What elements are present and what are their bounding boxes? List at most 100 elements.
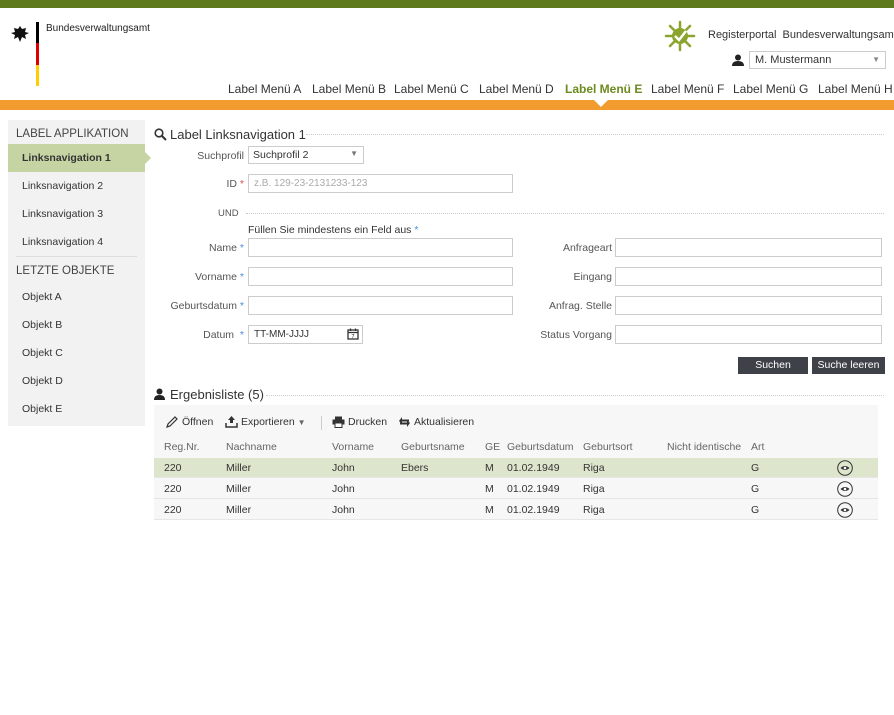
user-name: M. Mustermann	[755, 54, 832, 66]
datum-label-text: Datum	[203, 329, 235, 341]
chevron-down-icon: ▼	[350, 149, 358, 158]
refresh-button[interactable]: Aktualisieren	[414, 416, 474, 428]
vorname-label: Vorname *	[170, 271, 244, 283]
svg-text:7: 7	[351, 334, 354, 340]
name-input[interactable]	[248, 238, 513, 257]
column-header[interactable]: Nachname	[226, 441, 277, 453]
pencil-icon	[166, 416, 178, 428]
results-divider	[266, 395, 884, 396]
table-row[interactable]: 220 Miller John Ebers M 01.02.1949 Riga …	[154, 458, 878, 478]
column-header[interactable]: Geburtsdatum	[507, 441, 574, 453]
anfrageart-label: Anfrageart	[562, 242, 612, 254]
anfrag-stelle-label: Anfrag. Stelle	[548, 300, 612, 312]
sidebar-item-objekt-c[interactable]: Objekt C	[8, 339, 145, 367]
table-cell: John	[332, 462, 355, 474]
anfrageart-input[interactable]	[615, 238, 882, 257]
datum-label: Datum *	[170, 329, 244, 341]
column-header[interactable]: Vorname	[332, 441, 374, 453]
chevron-down-icon: ▼	[297, 418, 306, 427]
eye-icon[interactable]	[837, 502, 853, 518]
portal-name: Registerportal	[708, 29, 777, 41]
und-divider	[246, 213, 884, 214]
required-marker: *	[414, 224, 419, 236]
table-cell: M	[485, 504, 494, 516]
nav-item-c[interactable]: Label Menü C	[394, 82, 469, 96]
hint-text-content: Füllen Sie mindestens ein Feld aus	[248, 224, 412, 236]
sidebar-item-linksnavigation-1[interactable]: Linksnavigation 1	[8, 144, 151, 172]
table-header: Reg.Nr. Nachname Vorname Geburtsname GE …	[154, 437, 878, 457]
profile-select[interactable]: Suchprofil 2 ▼	[248, 146, 364, 164]
sidebar: LABEL APPLIKATION Linksnavigation 1 Link…	[8, 120, 151, 426]
print-button[interactable]: Drucken	[348, 416, 387, 428]
table-row[interactable]: 220 Miller John M 01.02.1949 Riga G	[154, 479, 878, 499]
column-header[interactable]: Geburtsname	[401, 441, 465, 453]
vorname-input[interactable]	[248, 267, 513, 286]
export-button[interactable]: Exportieren ▼	[241, 416, 306, 428]
required-marker: *	[239, 242, 244, 254]
eye-icon[interactable]	[837, 481, 853, 497]
table-cell: John	[332, 504, 355, 516]
sidebar-item-objekt-b[interactable]: Objekt B	[8, 311, 145, 339]
nav-item-g[interactable]: Label Menü G	[733, 82, 808, 96]
table-cell: 220	[164, 483, 182, 495]
sidebar-item-objekt-e[interactable]: Objekt E	[8, 395, 145, 423]
top-bar	[0, 0, 894, 8]
table-cell: Riga	[583, 504, 605, 516]
export-label: Exportieren	[241, 416, 295, 428]
main-navigation: Label Menü A Label Menü B Label Menü C L…	[0, 82, 894, 100]
agency-name: Bundesverwaltungsamt	[46, 23, 150, 34]
table-cell: G	[751, 462, 760, 474]
table-row[interactable]: 220 Miller John M 01.02.1949 Riga G	[154, 500, 878, 520]
geburtsdatum-label: Geburtsdatum *	[160, 300, 244, 312]
table-cell: Riga	[583, 462, 605, 474]
column-header[interactable]: Geburtsort	[583, 441, 633, 453]
table-cell: Miller	[226, 462, 252, 474]
column-header[interactable]: Art	[751, 441, 764, 453]
column-header[interactable]: Reg.Nr.	[164, 441, 200, 453]
geburtsdatum-input[interactable]	[248, 296, 513, 315]
sidebar-app-heading: LABEL APPLIKATION	[16, 128, 129, 140]
open-button[interactable]: Öffnen	[182, 416, 213, 428]
eingang-input[interactable]	[615, 267, 882, 286]
user-dropdown[interactable]: M. Mustermann ▼	[749, 51, 886, 69]
nav-item-f[interactable]: Label Menü F	[651, 82, 724, 96]
search-icon	[154, 128, 167, 141]
datum-input[interactable]: TT-MM-JJJJ	[248, 325, 363, 344]
sidebar-item-linksnavigation-2[interactable]: Linksnavigation 2	[8, 172, 145, 200]
nav-item-e[interactable]: Label Menü E	[565, 82, 642, 96]
eye-icon[interactable]	[837, 460, 853, 476]
nav-item-a[interactable]: Label Menü A	[228, 82, 301, 96]
column-header[interactable]: GE	[485, 441, 500, 453]
sidebar-item-objekt-a[interactable]: Objekt A	[8, 283, 145, 311]
user-icon	[154, 388, 165, 400]
active-nav-indicator	[594, 100, 608, 107]
required-marker: *	[239, 300, 244, 312]
toolbar-divider	[321, 416, 322, 430]
table-cell: Miller	[226, 483, 252, 495]
nav-item-h[interactable]: Label Menü H	[818, 82, 893, 96]
sidebar-item-linksnavigation-4[interactable]: Linksnavigation 4	[8, 228, 145, 256]
table-cell: G	[751, 483, 760, 495]
clear-search-button[interactable]: Suche leeren	[812, 357, 885, 374]
status-vorgang-input[interactable]	[615, 325, 882, 344]
table-cell: 220	[164, 462, 182, 474]
column-header[interactable]: Nicht identische	[667, 441, 741, 453]
table-cell: G	[751, 504, 760, 516]
table-cell: John	[332, 483, 355, 495]
sidebar-item-linksnavigation-3[interactable]: Linksnavigation 3	[8, 200, 145, 228]
nav-item-d[interactable]: Label Menü D	[479, 82, 554, 96]
profile-label: Suchprofil	[197, 150, 244, 162]
sidebar-item-objekt-d[interactable]: Objekt D	[8, 367, 145, 395]
table-cell: 220	[164, 504, 182, 516]
id-input[interactable]: z.B. 129-23-2131233-123	[248, 174, 513, 193]
table-cell: M	[485, 462, 494, 474]
register-logo-icon	[664, 20, 696, 52]
required-marker: *	[239, 271, 244, 283]
name-label: Name *	[170, 242, 244, 254]
calendar-icon[interactable]: 7	[347, 328, 359, 340]
nav-item-b[interactable]: Label Menü B	[312, 82, 386, 96]
table-cell: 01.02.1949	[507, 504, 560, 516]
search-button[interactable]: Suchen	[738, 357, 808, 374]
anfrag-stelle-input[interactable]	[615, 296, 882, 315]
search-section-title: Label Linksnavigation 1	[170, 127, 306, 142]
